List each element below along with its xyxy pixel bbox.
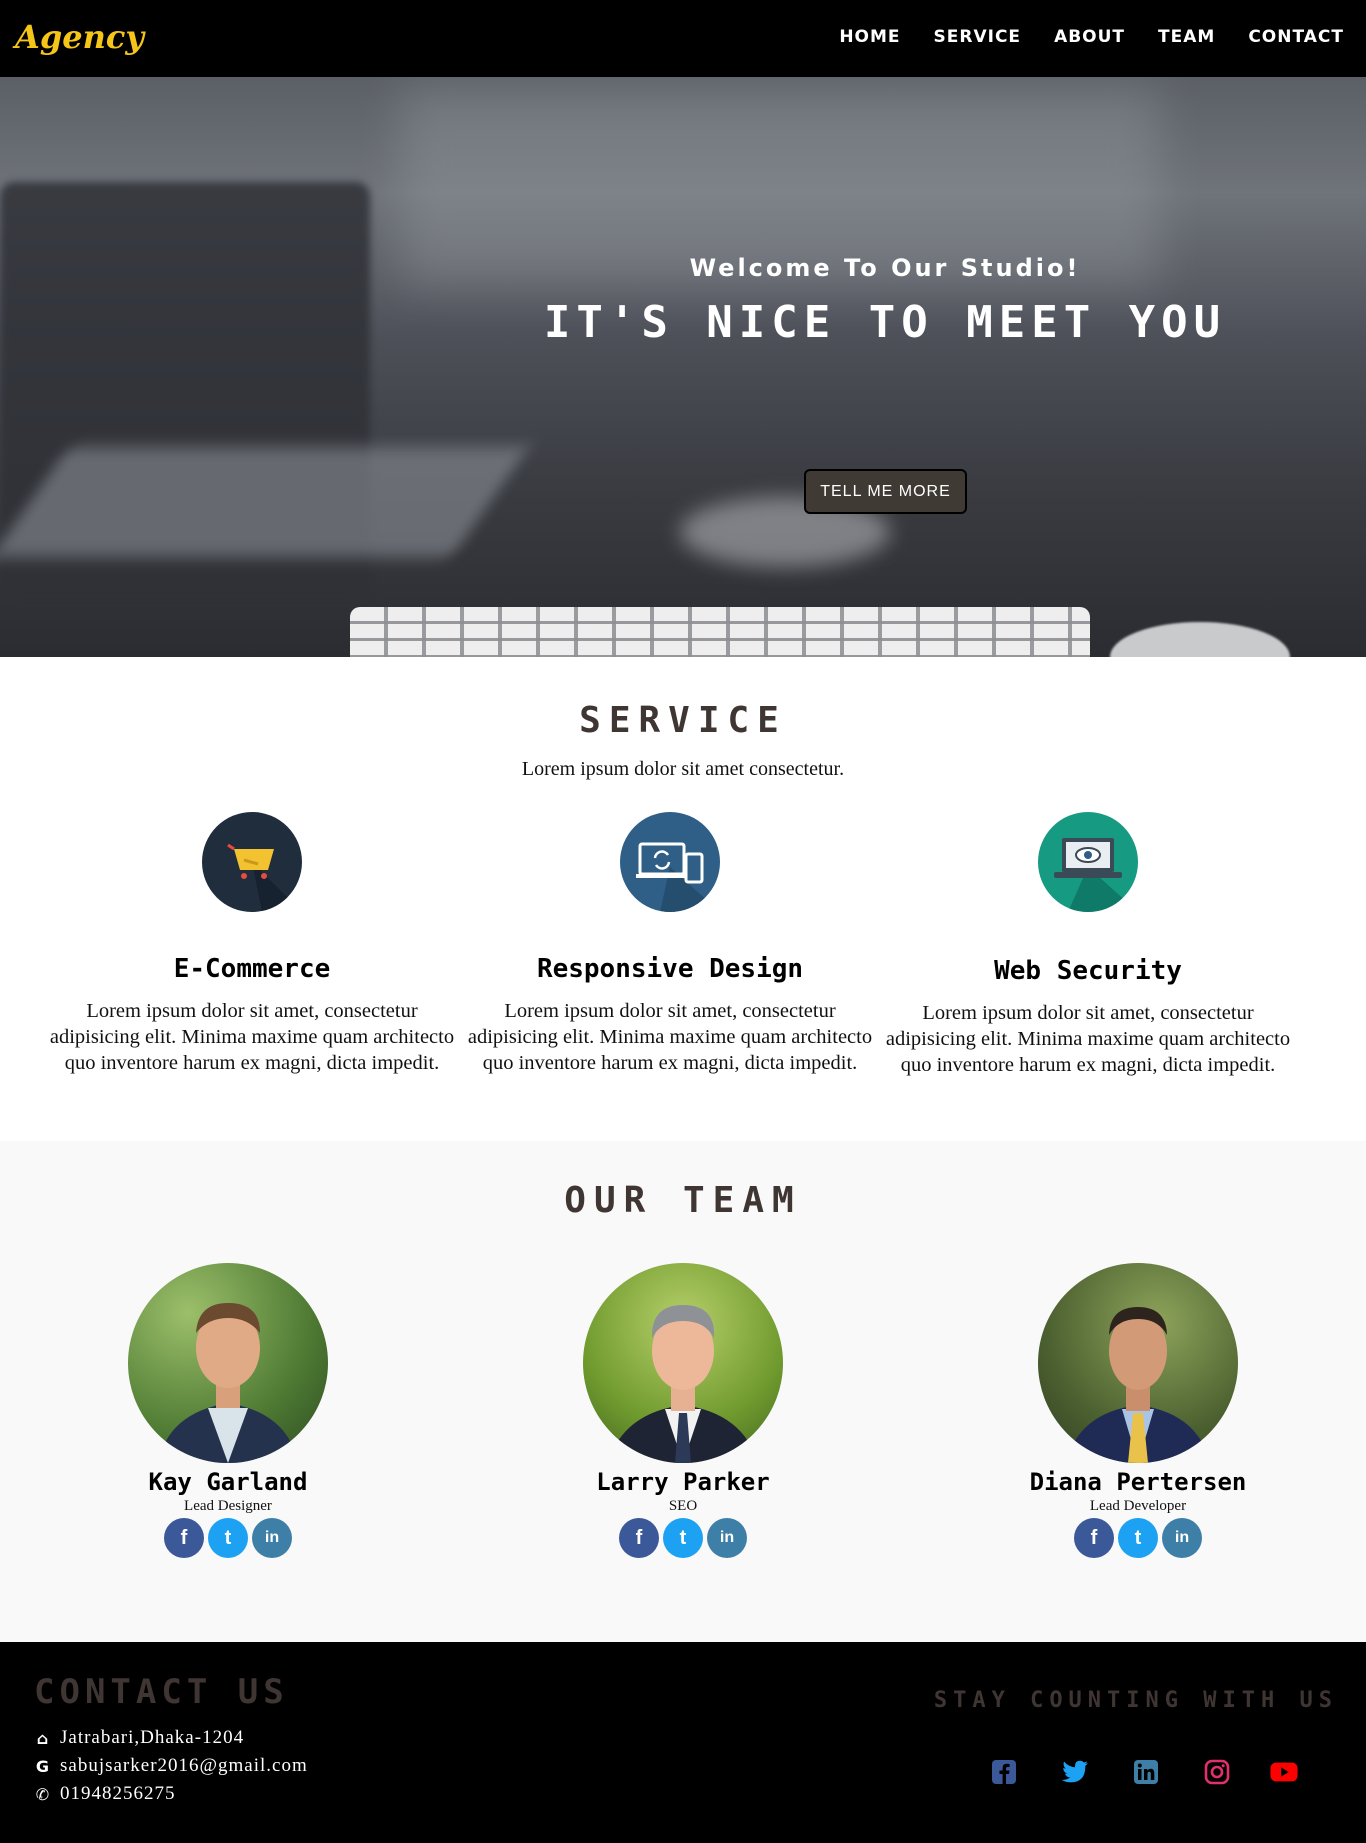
linkedin-icon[interactable]: in [1162,1518,1202,1558]
service-text-ecommerce: Lorem ipsum dolor sit amet, consectetur … [49,1000,455,1074]
member-socials: f t in [988,1518,1288,1558]
member-socials: f t in [78,1518,378,1558]
service-title-ecommerce: E-Commerce [173,954,331,984]
linkedin-icon[interactable]: in [252,1518,292,1558]
service-text-security: Lorem ipsum dolor sit amet, consectetur … [885,1002,1291,1076]
member-role: Lead Designer [184,1498,272,1514]
service-card-ecommerce: E-Commerce Lorem ipsum dolor sit amet, c… [42,812,462,1076]
member-name: Kay Garland [148,1468,308,1496]
team-member-3: Diana Pertersen Lead Developer f t in [988,1263,1288,1558]
footer-twitter-icon[interactable] [1061,1758,1089,1786]
member-name: Diana Pertersen [1029,1468,1247,1496]
nav-item-about[interactable]: ABOUT [1054,27,1125,47]
twitter-icon[interactable]: t [663,1518,703,1558]
facebook-icon[interactable]: f [619,1518,659,1558]
member-role: SEO [668,1498,698,1514]
tell-me-more-button[interactable]: TELL ME MORE [804,469,967,514]
member-name: Larry Parker [596,1468,770,1496]
contact-phone: ✆ 01948256275 [34,1783,176,1805]
facebook-icon[interactable]: f [164,1518,204,1558]
brand-logo[interactable]: Agency [15,18,144,56]
address-text: Jatrabari,Dhaka-1204 [60,1727,245,1748]
member-socials: f t in [533,1518,833,1558]
team-member-2: Larry Parker SEO f t in [533,1263,833,1558]
twitter-icon[interactable]: t [1118,1518,1158,1558]
service-card-security: Web Security Lorem ipsum dolor sit amet,… [878,812,1298,1078]
linkedin-icon[interactable]: in [707,1518,747,1558]
laptop-eye-icon [1038,812,1138,912]
email-text[interactable]: sabujsarker2016@gmail.com [60,1755,308,1777]
hero-mouse-shape [1110,622,1290,657]
nav-item-service[interactable]: SERVICE [934,27,1022,47]
contact-title: CONTACT US [34,1672,289,1712]
service-text-responsive: Lorem ipsum dolor sit amet, consectetur … [467,1000,873,1074]
contact-address: ⌂ Jatrabari,Dhaka-1204 [34,1727,244,1749]
hero-laptop-shape [0,447,529,557]
top-nav: Agency HOME SERVICE ABOUT TEAM CONTACT [0,0,1366,77]
footer: CONTACT US ⌂ Jatrabari,Dhaka-1204 G sabu… [0,1642,1366,1843]
avatar [583,1263,783,1463]
hero-welcome: Welcome To Our Studio! [689,254,1081,282]
stay-connected-title: STAY COUNTING WITH US [933,1688,1338,1713]
phone-icon: ✆ [35,1784,51,1804]
shopping-cart-icon [202,812,302,912]
nav-item-team[interactable]: TEAM [1158,27,1215,47]
hero-headline: IT'S NICE TO MEET YOU [543,297,1227,348]
nav-item-home[interactable]: HOME [839,27,900,47]
team-title: OUR TEAM [564,1180,802,1221]
hero-keyboard-shape [350,607,1090,657]
responsive-devices-icon [620,812,720,912]
contact-email: G sabujsarker2016@gmail.com [34,1755,308,1777]
twitter-icon[interactable]: t [208,1518,248,1558]
service-title: SERVICE [579,700,787,741]
service-title-security: Web Security [994,956,1182,986]
nav-item-contact[interactable]: CONTACT [1248,27,1344,47]
nav-menu: HOME SERVICE ABOUT TEAM CONTACT [839,27,1344,47]
team-member-1: Kay Garland Lead Designer f t in [78,1263,378,1558]
service-card-responsive: Responsive Design Lorem ipsum dolor sit … [460,812,880,1076]
hero-banner: Welcome To Our Studio! IT'S NICE TO MEET… [0,77,1366,657]
google-icon: G [35,1756,51,1776]
service-subtitle: Lorem ipsum dolor sit amet consectetur. [521,758,845,780]
service-title-responsive: Responsive Design [536,954,804,984]
footer-linkedin-icon[interactable] [1132,1758,1160,1786]
footer-facebook-icon[interactable] [990,1758,1018,1786]
phone-text[interactable]: 01948256275 [60,1783,176,1805]
member-role: Lead Developer [1089,1498,1187,1514]
footer-instagram-icon[interactable] [1203,1758,1231,1786]
avatar [128,1263,328,1463]
home-icon: ⌂ [36,1728,50,1748]
avatar [1038,1263,1238,1463]
facebook-icon[interactable]: f [1074,1518,1114,1558]
footer-youtube-icon[interactable] [1270,1758,1298,1786]
